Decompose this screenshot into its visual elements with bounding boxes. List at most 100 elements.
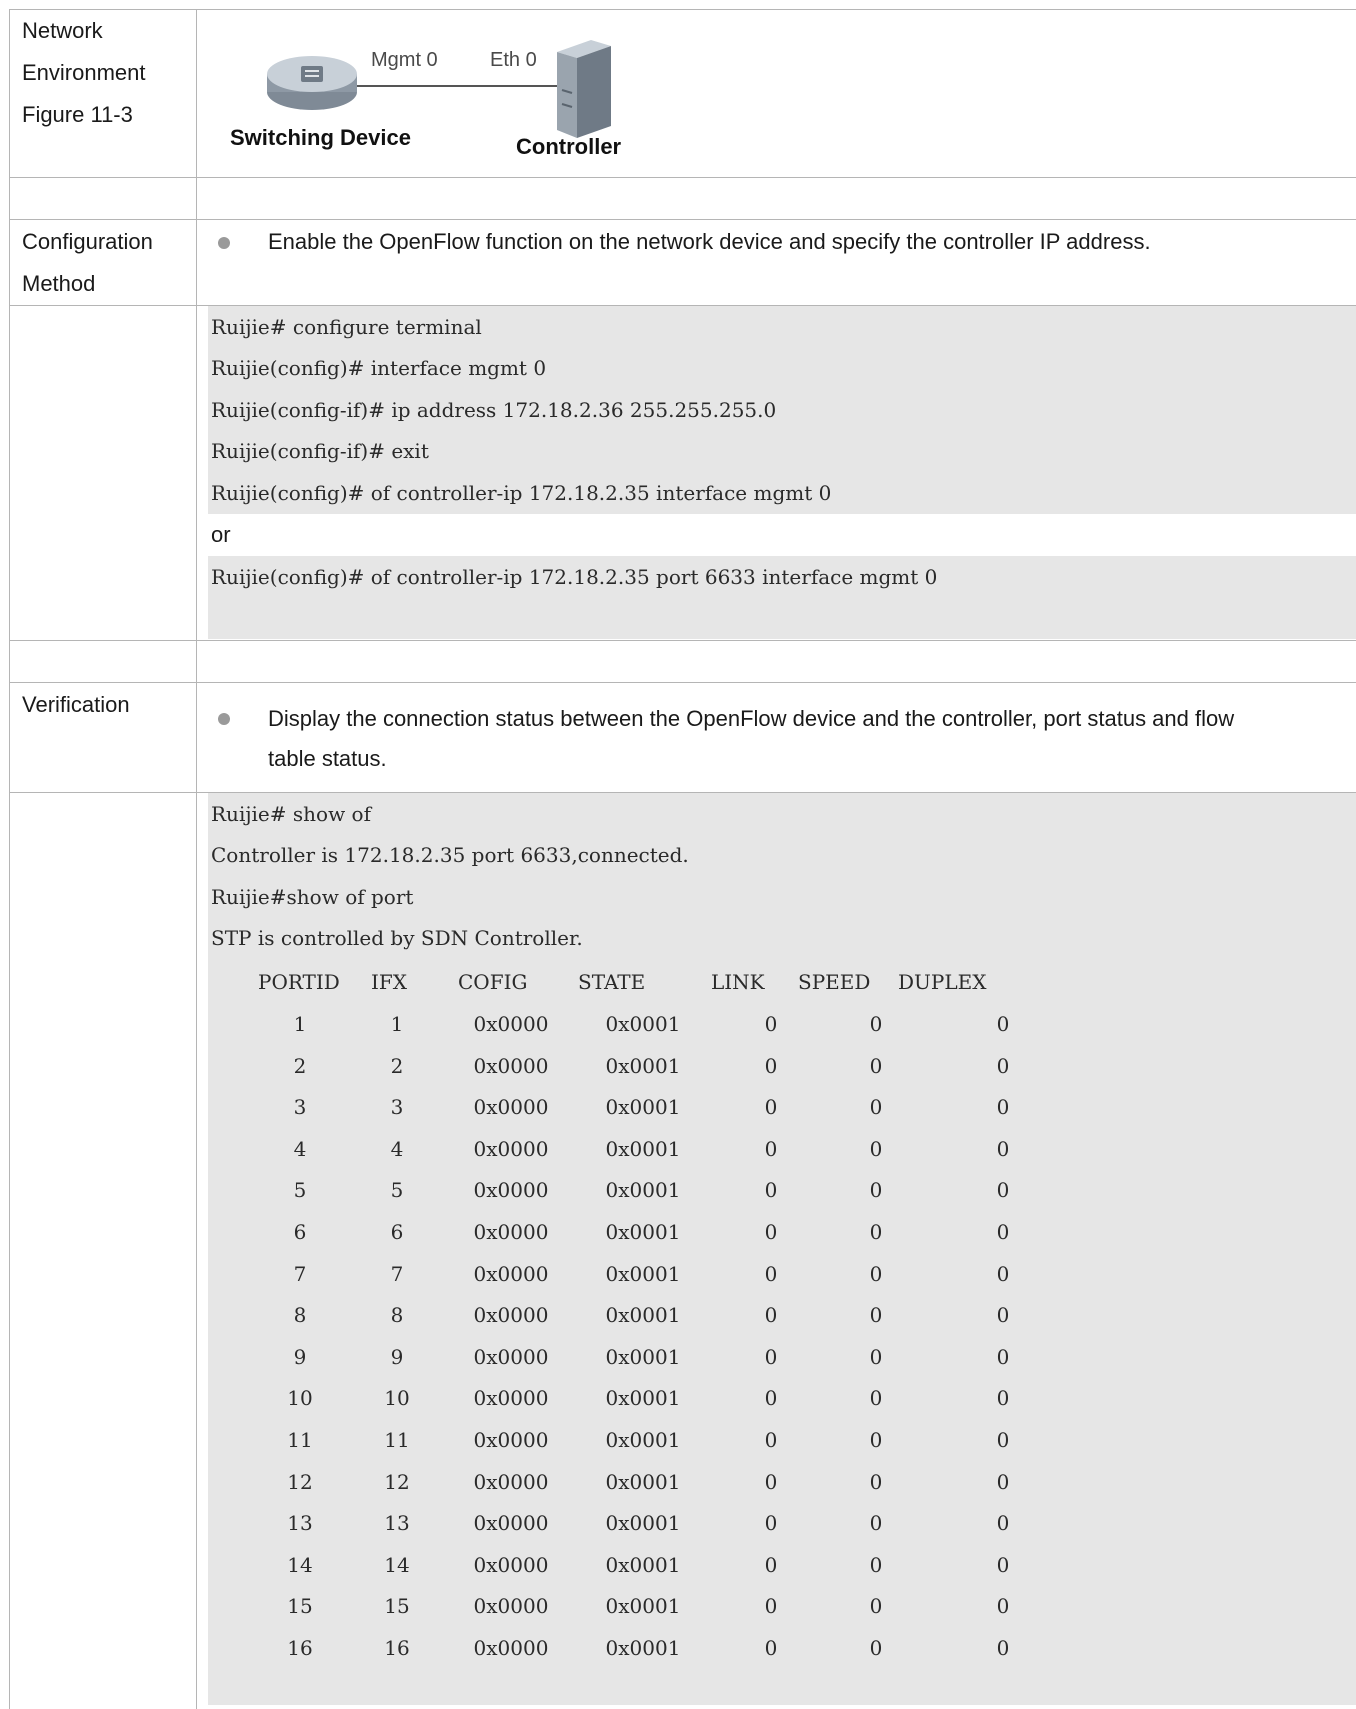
label-line: Configuration	[22, 229, 153, 254]
table-cell: 1	[390, 1012, 404, 1036]
table-cell: 0x0001	[605, 1553, 681, 1577]
table-header: COFIG	[458, 970, 528, 994]
verify-code-block: Ruijie# show of Controller is 172.18.2.3…	[208, 793, 1356, 1705]
network-figure: Mgmt 0 Eth 0 Switching Device Controller	[220, 30, 640, 170]
table-cell: 5	[390, 1178, 404, 1202]
table-cell: 0	[996, 1178, 1010, 1202]
table-cell: 0x0000	[473, 1137, 549, 1161]
table-left-border	[9, 9, 10, 1709]
table-cell: 0x0001	[605, 1178, 681, 1202]
table-cell: 0	[869, 1262, 883, 1286]
label-line: Network	[22, 18, 103, 43]
label-line: Figure 11-3	[22, 102, 133, 127]
config-code-block: Ruijie# configure terminal Ruijie(config…	[208, 306, 1356, 514]
table-cell: 6	[390, 1220, 404, 1244]
table-cell: 0x0000	[473, 1470, 549, 1494]
table-cell: 0	[996, 1470, 1010, 1494]
table-cell: 13	[384, 1511, 410, 1535]
table-cell: 0	[996, 1345, 1010, 1369]
table-cell: 0	[996, 1636, 1010, 1660]
table-cell: 9	[390, 1345, 404, 1369]
configuration-method-label: Configuration Method	[22, 221, 153, 305]
mgmt-port-label: Mgmt 0	[371, 49, 438, 71]
table-cell: 0	[764, 1636, 778, 1660]
table-cell: 0	[869, 1636, 883, 1660]
table-cell: 0x0001	[605, 1345, 681, 1369]
table-cell: 0	[996, 1553, 1010, 1577]
table-cell: 0x0000	[473, 1428, 549, 1452]
table-cell: 11	[384, 1428, 410, 1452]
table-cell: 0	[764, 1511, 778, 1535]
table-cell: 0	[869, 1470, 883, 1494]
verification-label: Verification	[22, 692, 130, 717]
table-cell: 0x0001	[605, 1303, 681, 1327]
table-cell: 0	[869, 1220, 883, 1244]
table-cell: 0	[869, 1594, 883, 1618]
table-cell: 0x0000	[473, 1511, 549, 1535]
configuration-bullet-text: Enable the OpenFlow function on the netw…	[268, 229, 1151, 254]
port-status-table: PORTID IFX COFIG STATE LINK SPEED DUPLEX 1 1 0x00…	[208, 793, 1356, 1705]
table-cell: 0	[764, 1386, 778, 1410]
code-line: Ruijie(config)# interface mgmt 0	[211, 356, 547, 380]
table-cell: 0	[996, 1012, 1010, 1036]
table-cell: 0x0001	[605, 1428, 681, 1452]
table-cell: 15	[384, 1594, 410, 1618]
table-cell: 0	[996, 1386, 1010, 1410]
table-cell: 10	[384, 1386, 410, 1410]
table-cell: 0	[764, 1594, 778, 1618]
row-divider	[9, 640, 1356, 641]
table-cell: 0x0000	[473, 1636, 549, 1660]
table-cell: 0	[869, 1345, 883, 1369]
table-cell: 0	[996, 1095, 1010, 1119]
table-cell: 0x0000	[473, 1303, 549, 1327]
code-line: Ruijie# configure terminal	[211, 315, 482, 339]
table-cell: 0x0000	[473, 1178, 549, 1202]
table-cell: 2	[390, 1054, 404, 1078]
code-line: Ruijie(config-if)# exit	[211, 439, 429, 463]
table-cell: 0x0001	[605, 1137, 681, 1161]
table-cell: 0x0001	[605, 1636, 681, 1660]
label-line: Method	[22, 271, 96, 296]
row-divider	[9, 219, 1356, 220]
verification-bullet-line1: Display the connection status between th…	[268, 706, 1235, 731]
table-cell: 8	[390, 1303, 404, 1327]
table-cell: 0x0001	[605, 1470, 681, 1494]
table-cell: 0x0001	[605, 1386, 681, 1410]
table-cell: 0	[764, 1095, 778, 1119]
alt-code-block: Ruijie(config)# of controller-ip 172.18.…	[208, 556, 1356, 639]
switch-caption: Switching Device	[230, 125, 411, 150]
table-cell: 3	[390, 1095, 404, 1119]
table-cell: 0	[764, 1553, 778, 1577]
table-cell: 0	[764, 1428, 778, 1452]
table-cell: 0	[764, 1137, 778, 1161]
table-cell: 0x0000	[473, 1262, 549, 1286]
table-cell: 0	[764, 1470, 778, 1494]
table-header: PORTID	[258, 970, 340, 994]
verification-bullet-line2: table status.	[268, 746, 387, 771]
table-cell: 0	[869, 1095, 883, 1119]
table-cell: 0x0001	[605, 1262, 681, 1286]
table-cell: 0	[869, 1137, 883, 1161]
table-header: LINK	[711, 970, 765, 994]
eth-port-label: Eth 0	[490, 49, 537, 71]
table-cell: 0	[869, 1054, 883, 1078]
topology-diagram: Mgmt 0 Eth 0 Switching Device Controller	[230, 40, 622, 159]
table-column-divider	[196, 9, 197, 1709]
or-text: or	[211, 522, 231, 547]
table-cell: 0x0000	[473, 1345, 549, 1369]
table-cell: 0x0001	[605, 1054, 681, 1078]
table-header: IFX	[371, 970, 408, 994]
network-environment-label: Network Environment Figure 11-3	[22, 10, 146, 136]
table-cell: 0	[996, 1594, 1010, 1618]
bullet-icon	[218, 237, 230, 249]
table-cell: 0	[764, 1178, 778, 1202]
table-cell: 0	[764, 1220, 778, 1244]
table-cell: 0x0001	[605, 1594, 681, 1618]
table-cell: 0	[996, 1137, 1010, 1161]
table-cell: 0x0000	[473, 1095, 549, 1119]
table-cell: 0	[869, 1386, 883, 1410]
code-line: Ruijie(config-if)# ip address 172.18.2.3…	[211, 398, 777, 422]
table-cell: 0	[996, 1428, 1010, 1452]
table-cell: 0	[764, 1054, 778, 1078]
table-cell: 16	[384, 1636, 410, 1660]
